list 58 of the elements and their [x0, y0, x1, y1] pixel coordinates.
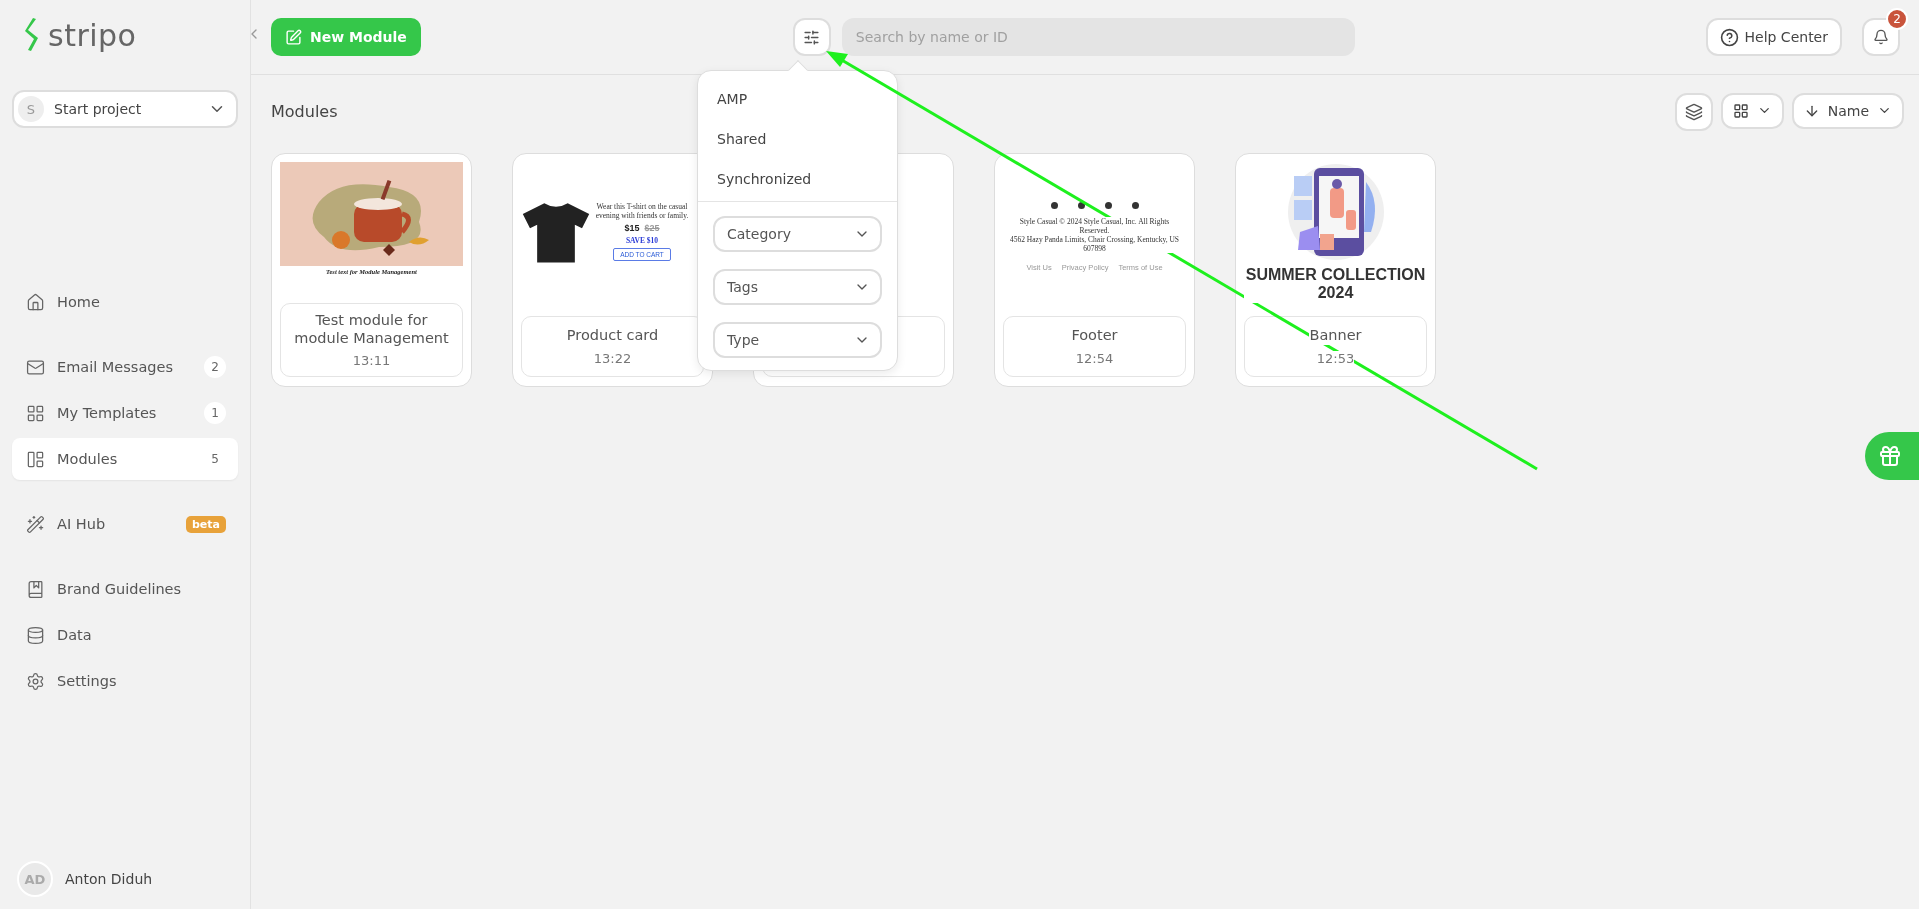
- price: $15: [624, 222, 640, 233]
- help-icon: [1719, 27, 1739, 47]
- nav-label: Data: [57, 627, 93, 643]
- layers-icon: [1684, 102, 1703, 121]
- magic-wand-icon: [26, 514, 45, 534]
- project-name: Start project: [54, 101, 143, 117]
- page-title: Modules: [271, 102, 339, 121]
- nav-item[interactable]: Brand Guidelines: [12, 568, 238, 610]
- project-avatar: S: [18, 96, 44, 122]
- project-selector[interactable]: S Start project: [12, 90, 238, 128]
- banner-headline: SUMMER COLLECTION 2024: [1244, 266, 1427, 303]
- nav-item[interactable]: My Templates 1: [12, 392, 238, 434]
- settings-icon: [26, 671, 45, 691]
- nav-item[interactable]: Home: [12, 281, 238, 323]
- nav-item[interactable]: AI Hub beta: [12, 503, 238, 545]
- nav-label: Modules: [57, 451, 119, 467]
- nav-item[interactable]: Data: [12, 614, 238, 656]
- module-card[interactable]: SUMMER COLLECTION 2024 Banner 12:53: [1235, 153, 1436, 387]
- sliders-icon: [803, 28, 821, 46]
- filter-option[interactable]: AMP: [698, 79, 897, 119]
- gift-icon: [1878, 444, 1902, 468]
- grid-icon: [26, 403, 45, 423]
- module-time: 13:11: [352, 353, 391, 368]
- edit-icon: [285, 28, 302, 46]
- nav-item[interactable]: Email Messages 2: [12, 346, 238, 388]
- nav-label: Brand Guidelines: [57, 581, 183, 597]
- filter-button[interactable]: [792, 18, 831, 56]
- beta-badge: beta: [186, 515, 226, 533]
- nav-label: Home: [57, 294, 101, 310]
- nav-item[interactable]: Modules 5: [12, 438, 238, 480]
- grid-icon: [1732, 102, 1749, 119]
- home-icon: [26, 292, 45, 312]
- layout-icon: [26, 449, 45, 469]
- module-time: 12:53: [1316, 350, 1355, 366]
- bell-icon: [1873, 29, 1889, 45]
- notification-badge: 2: [1886, 8, 1908, 30]
- filter-dropdown[interactable]: Type: [713, 322, 882, 358]
- book-icon: [26, 579, 45, 599]
- search-field[interactable]: Search by name or ID: [841, 18, 1355, 56]
- count-badge: 1: [204, 402, 226, 424]
- nav-label: My Templates: [57, 405, 158, 421]
- sort-button[interactable]: Name: [1791, 92, 1904, 129]
- item-count: 5: [210, 451, 220, 468]
- view-button[interactable]: [1720, 92, 1784, 129]
- filter-dropdown[interactable]: Category: [713, 216, 882, 252]
- help-center-button[interactable]: Help Center: [1705, 18, 1842, 56]
- nav-item[interactable]: Settings: [12, 660, 238, 702]
- nav-label: Email Messages: [57, 359, 174, 375]
- logo[interactable]: stripo: [48, 17, 137, 53]
- old-price: $25: [644, 222, 660, 233]
- module-name: Banner: [1309, 327, 1362, 345]
- layers-button[interactable]: [1674, 92, 1713, 131]
- database-icon: [26, 625, 45, 645]
- filter-dropdown[interactable]: Tags: [713, 269, 882, 305]
- nav-label: AI Hub: [57, 516, 107, 532]
- nav-label: Settings: [57, 673, 118, 689]
- user-name: Anton Diduh: [65, 871, 153, 887]
- count-badge: 2: [204, 356, 226, 378]
